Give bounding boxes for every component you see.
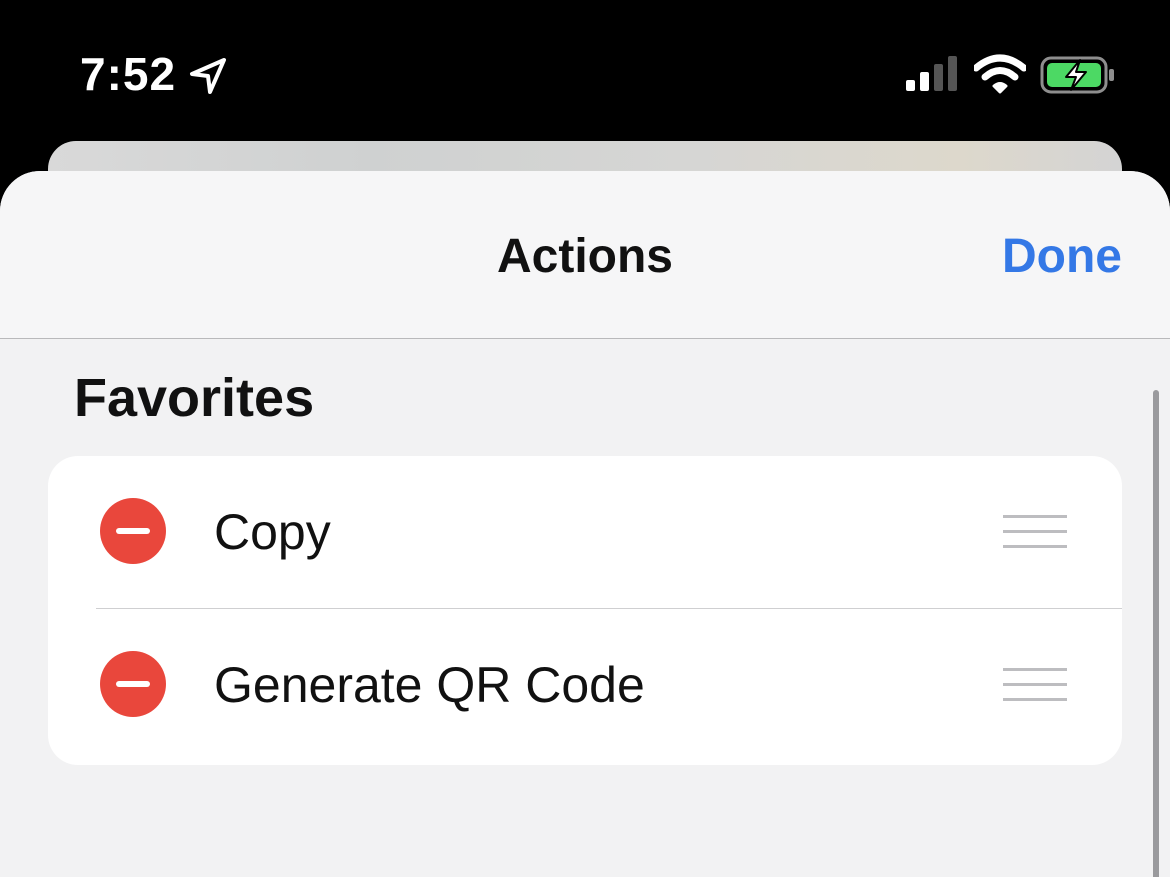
wifi-icon [974, 54, 1026, 94]
section-title-favorites: Favorites [74, 368, 315, 428]
favorites-list: Copy Generate QR Code [48, 456, 1122, 765]
sheet-title: Actions [496, 230, 673, 283]
battery-charging-icon [1040, 56, 1114, 94]
remove-circle-icon[interactable] [100, 498, 166, 564]
list-item: Generate QR Code [96, 608, 1122, 760]
cellular-signal-icon [906, 56, 957, 91]
remove-circle-icon[interactable] [100, 651, 166, 717]
drag-handle-icon[interactable] [1003, 668, 1067, 702]
location-arrow-icon [190, 58, 226, 94]
scroll-indicator[interactable] [1153, 390, 1159, 877]
list-item-label: Generate QR Code [214, 657, 645, 713]
list-item-label: Copy [214, 504, 331, 560]
status-bar: 7:52 [0, 0, 1170, 140]
list-item: Copy [48, 456, 1122, 608]
actions-sheet: Actions Done Favorites Copy Generate QR … [0, 171, 1170, 877]
phone-screen: 7:52 Actions Done Favorites Copy Generat… [0, 0, 1170, 877]
drag-handle-icon[interactable] [1003, 515, 1067, 549]
done-button[interactable]: Done [1002, 229, 1122, 284]
sheet-nav-bar: Actions Done [0, 171, 1170, 339]
status-time: 7:52 [80, 48, 177, 100]
